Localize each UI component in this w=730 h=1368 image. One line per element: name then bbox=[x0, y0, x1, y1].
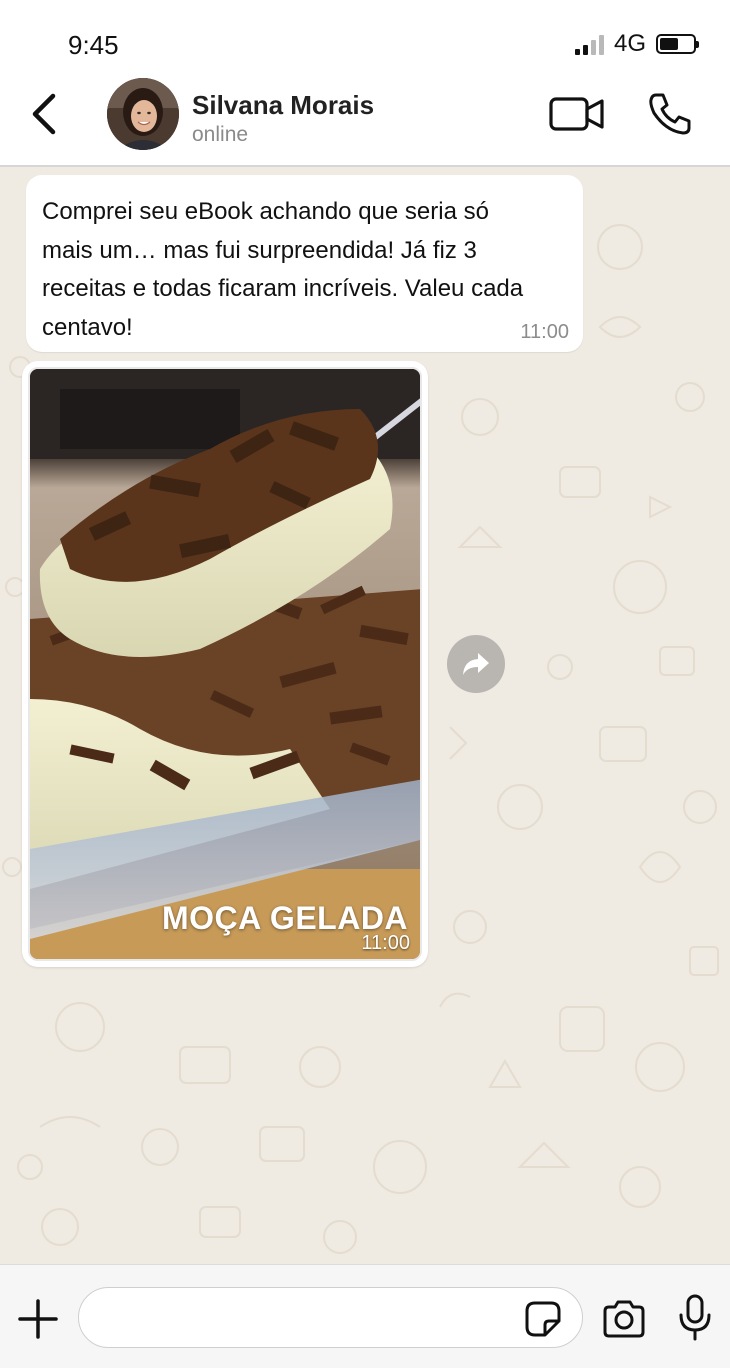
status-time: 9:45 bbox=[68, 30, 119, 60]
message-text: Comprei seu eBook achando que seria só m… bbox=[42, 198, 524, 341]
camera-button[interactable] bbox=[601, 1299, 647, 1339]
message-input[interactable] bbox=[78, 1287, 583, 1348]
sticker-icon bbox=[525, 1301, 561, 1337]
contact-name[interactable]: Silvana Morais bbox=[192, 90, 374, 121]
chevron-left-icon bbox=[32, 93, 56, 135]
network-type: 4G bbox=[613, 30, 646, 57]
back-button[interactable] bbox=[22, 86, 66, 142]
battery-icon bbox=[656, 34, 699, 54]
microphone-button[interactable] bbox=[677, 1293, 713, 1343]
camera-icon bbox=[603, 1300, 645, 1338]
message-time: 11:00 bbox=[520, 321, 569, 343]
avatar[interactable] bbox=[107, 78, 179, 150]
video-call-button[interactable] bbox=[548, 92, 606, 136]
phone-icon bbox=[649, 93, 691, 135]
forward-icon bbox=[463, 653, 489, 675]
chat-area[interactable]: Comprei seu eBook achando que seria só m… bbox=[0, 167, 730, 1264]
video-camera-icon bbox=[549, 97, 604, 131]
voice-call-button[interactable] bbox=[646, 90, 694, 138]
chat-header: Silvana Morais online bbox=[0, 72, 730, 167]
forward-button[interactable] bbox=[447, 635, 505, 693]
contact-status: online bbox=[192, 123, 249, 146]
message-bubble[interactable]: Comprei seu eBook achando que seria só m… bbox=[26, 175, 583, 352]
input-bar bbox=[0, 1264, 730, 1368]
plus-icon bbox=[18, 1299, 58, 1339]
dessert-photo[interactable]: MOÇA GELADA 11:00 bbox=[28, 367, 422, 961]
image-message-bubble[interactable]: MOÇA GELADA 11:00 bbox=[22, 361, 428, 967]
signal-icon bbox=[574, 33, 604, 55]
attach-button[interactable] bbox=[16, 1297, 60, 1341]
microphone-icon bbox=[679, 1294, 711, 1341]
status-indicators: 4G bbox=[574, 30, 699, 58]
status-bar: 9:45 4G bbox=[0, 0, 730, 72]
message-time: 11:00 bbox=[361, 932, 410, 954]
sticker-button[interactable] bbox=[523, 1299, 563, 1339]
